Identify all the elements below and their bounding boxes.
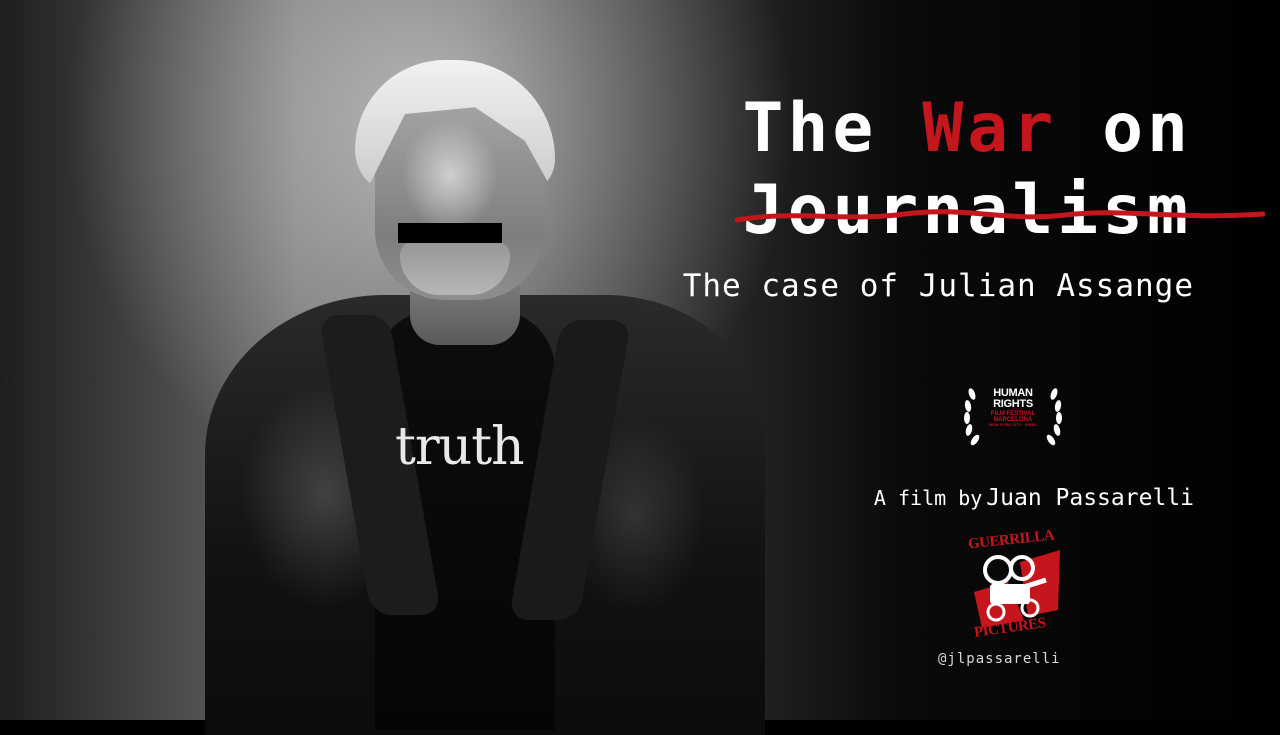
director-name: Juan Passarelli xyxy=(986,485,1194,511)
social-handle: @jlpassarelli xyxy=(938,651,1061,667)
festival-line-2: RIGHTS xyxy=(993,398,1033,410)
strikethrough-line xyxy=(734,209,1265,223)
beard xyxy=(400,240,510,295)
guerrilla-pictures-logo: GUERRILLA PICTURES xyxy=(967,528,1064,650)
censor-bar xyxy=(398,223,502,243)
film-title: The War on Journalism xyxy=(734,88,1265,252)
title-word-war: War xyxy=(922,89,1058,168)
festival-laurel-text: HUMAN RIGHTS FILM FESTIVAL BARCELONA NEW… xyxy=(980,388,1046,427)
title-line-2: Journalism xyxy=(734,170,1265,252)
portrait-photo: truth xyxy=(195,55,775,735)
title-word-on: on xyxy=(1102,89,1192,168)
credit-prefix: A film by xyxy=(873,486,983,510)
festival-line-5: NEW YORK CITY · PARIS xyxy=(989,422,1037,427)
shirt-print-text: truth xyxy=(395,417,525,477)
title-line-1: The War on xyxy=(743,88,1192,170)
film-subtitle: The case of Julian Assange xyxy=(682,268,1194,304)
title-word-the: The xyxy=(742,89,878,168)
director-credit: A film by Juan Passarelli xyxy=(874,485,1194,511)
